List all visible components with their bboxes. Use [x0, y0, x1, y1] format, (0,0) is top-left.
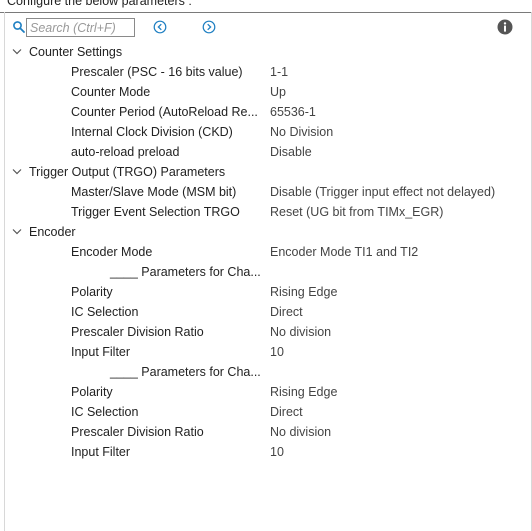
parameter-label: Counter Period (AutoReload Re... [71, 105, 258, 119]
parameter-row[interactable]: Polarity Rising Edge [0, 282, 532, 302]
search-input[interactable] [26, 18, 135, 37]
parameter-label: Counter Mode [71, 85, 151, 99]
circle-arrow-right-icon[interactable] [202, 20, 216, 34]
config-header: Configure the below parameters : [0, 0, 532, 13]
parameter-value[interactable]: 10 [270, 442, 284, 462]
circle-arrow-left-icon[interactable] [153, 20, 167, 34]
parameter-value[interactable]: No division [270, 422, 331, 442]
parameter-label: Prescaler Division Ratio [71, 325, 204, 339]
parameter-value[interactable]: Encoder Mode TI1 and TI2 [270, 242, 418, 262]
parameter-label: Encoder Mode [71, 245, 153, 259]
parameter-label: Input Filter [71, 445, 131, 459]
parameter-label: Internal Clock Division (CKD) [71, 125, 233, 139]
parameter-row[interactable]: Internal Clock Division (CKD) No Division [0, 122, 532, 142]
parameter-value[interactable]: Reset (UG bit from TIMx_EGR) [270, 202, 443, 222]
parameter-row[interactable]: IC Selection Direct [0, 302, 532, 322]
parameter-row[interactable]: Prescaler Division Ratio No division [0, 322, 532, 342]
parameter-label: Master/Slave Mode (MSM bit) [71, 185, 237, 199]
parameter-label: Trigger Event Selection TRGO [71, 205, 240, 219]
parameter-label: Polarity [71, 385, 113, 399]
group-label: Counter Settings [29, 45, 123, 59]
group-header[interactable]: Encoder [0, 222, 532, 242]
header-title: Configure the below parameters : [7, 0, 192, 8]
parameter-value[interactable]: Up [270, 82, 286, 102]
parameter-row[interactable]: Master/Slave Mode (MSM bit) Disable (Trig… [0, 182, 532, 202]
parameter-row[interactable]: Counter Period (AutoReload Re... 65536-1 [0, 102, 532, 122]
parameter-row[interactable]: Prescaler (PSC - 16 bits value) 1-1 [0, 62, 532, 82]
group-label: Trigger Output (TRGO) Parameters [29, 165, 226, 179]
parameter-value[interactable]: Disable (Trigger input effect not delaye… [270, 182, 495, 202]
parameter-label: Input Filter [71, 345, 131, 359]
subheader-label: ____ Parameters for Cha... [110, 365, 261, 379]
chevron-down-icon[interactable] [12, 168, 22, 175]
parameter-label: Prescaler (PSC - 16 bits value) [71, 65, 243, 79]
parameter-value[interactable]: Rising Edge [270, 282, 337, 302]
parameter-value[interactable]: Rising Edge [270, 382, 337, 402]
parameter-value[interactable]: Direct [270, 302, 303, 322]
parameter-row[interactable]: Counter Mode Up [0, 82, 532, 102]
parameter-value[interactable]: 65536-1 [270, 102, 316, 122]
parameter-label: Polarity [71, 285, 113, 299]
parameter-value[interactable]: 10 [270, 342, 284, 362]
parameter-row[interactable]: Trigger Event Selection TRGO Reset (UG bi… [0, 202, 532, 222]
parameter-row[interactable]: Encoder Mode Encoder Mode TI1 and TI2 [0, 242, 532, 262]
subheader-label: ____ Parameters for Cha... [110, 265, 261, 279]
parameter-row[interactable]: Polarity Rising Edge [0, 382, 532, 402]
parameter-label: Prescaler Division Ratio [71, 425, 204, 439]
parameter-label: IC Selection [71, 405, 139, 419]
chevron-down-icon[interactable] [12, 228, 22, 235]
search-icon [13, 21, 25, 33]
chevron-down-icon[interactable] [12, 48, 22, 55]
parameter-value[interactable]: Disable [270, 142, 312, 162]
parameter-value[interactable]: No Division [270, 122, 333, 142]
parameter-row[interactable]: IC Selection Direct [0, 402, 532, 422]
parameter-value[interactable]: No division [270, 322, 331, 342]
info-icon[interactable] [497, 19, 513, 35]
parameter-row[interactable]: Prescaler Division Ratio No division [0, 422, 532, 442]
group-header[interactable]: Trigger Output (TRGO) Parameters [0, 162, 532, 182]
parameter-row[interactable]: auto-reload preload Disable [0, 142, 532, 162]
parameter-value[interactable]: 1-1 [270, 62, 288, 82]
group-label: Encoder [29, 225, 76, 239]
channel-subheader: ____ Parameters for Cha... [0, 362, 532, 382]
group-header[interactable]: Counter Settings [0, 42, 532, 62]
parameter-row[interactable]: Input Filter 10 [0, 442, 532, 462]
parameter-label: auto-reload preload [71, 145, 180, 159]
parameter-row[interactable]: Input Filter 10 [0, 342, 532, 362]
search-toolbar [0, 17, 532, 39]
channel-subheader: ____ Parameters for Cha... [0, 262, 532, 282]
parameter-value[interactable]: Direct [270, 402, 303, 422]
parameter-label: IC Selection [71, 305, 139, 319]
